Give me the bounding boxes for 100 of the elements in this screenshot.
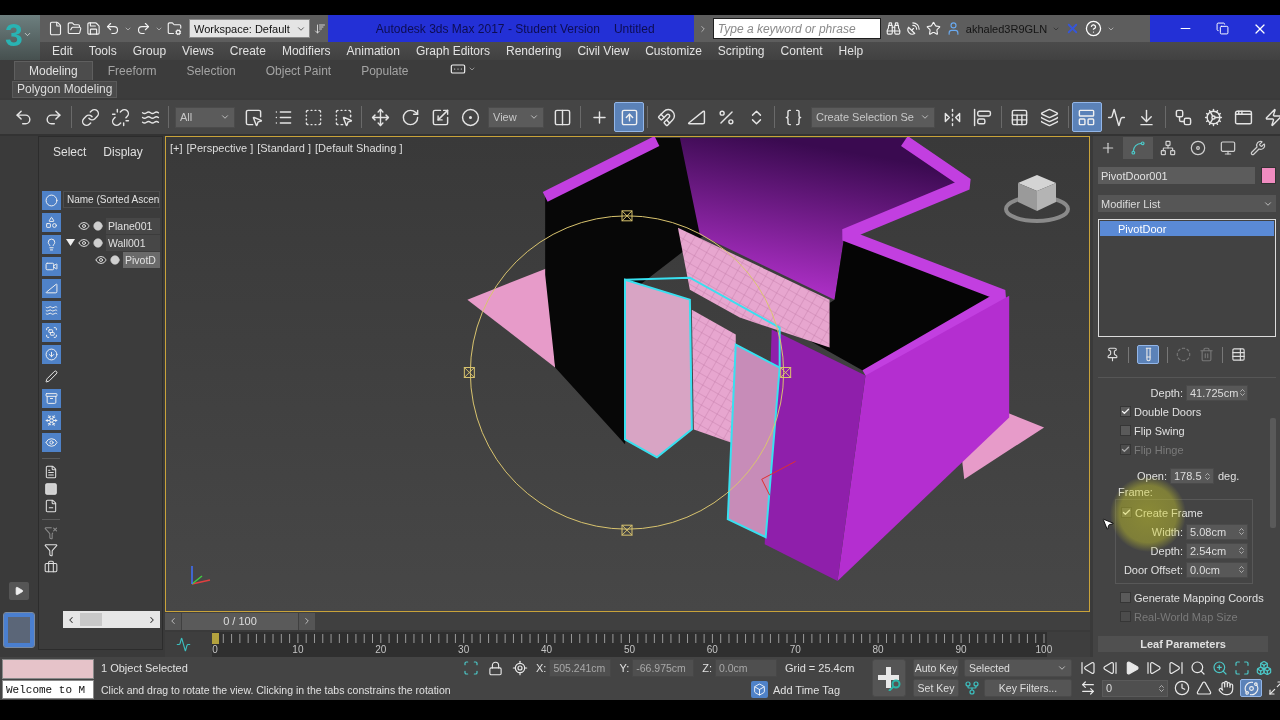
disc-icon[interactable]	[1190, 140, 1206, 156]
mirror-icon[interactable]	[943, 107, 963, 127]
zoom-in-icon[interactable]	[1212, 660, 1228, 676]
menu-item[interactable]: Civil View	[569, 44, 638, 58]
arrows-left-right-icon[interactable]	[1080, 680, 1096, 696]
lightning-icon[interactable]	[1264, 107, 1280, 127]
wave-line-icon[interactable]	[176, 637, 191, 652]
listener-output-field[interactable]: Welcome to M	[2, 680, 94, 699]
scale-icon[interactable]	[430, 107, 450, 127]
menu-item[interactable]: Help	[830, 44, 872, 58]
gear-icon[interactable]	[1204, 107, 1224, 127]
skip-back-icon[interactable]	[1080, 660, 1096, 676]
next-frame-button[interactable]	[299, 612, 315, 630]
table-icon[interactable]	[1010, 107, 1030, 127]
modifier-list-dropdown[interactable]: Modifier List	[1098, 195, 1276, 212]
square-icon[interactable]	[44, 482, 58, 496]
checkbox-label[interactable]: Generate Mapping Coords	[1134, 591, 1264, 604]
skip-forward-icon[interactable]	[1168, 660, 1184, 676]
new-file-icon[interactable]	[48, 21, 63, 36]
coordinate-field[interactable]: 0.0cm	[715, 659, 777, 677]
scrollbar-thumb[interactable]	[80, 613, 102, 626]
viewport-label[interactable]: [Perspective ]	[186, 142, 254, 154]
dot-icon[interactable]	[110, 254, 120, 265]
hierarchy-icon[interactable]	[1160, 140, 1176, 156]
toolbar-dropdown[interactable]: All	[175, 106, 235, 128]
columns-icon[interactable]	[552, 107, 572, 127]
document-minus-icon[interactable]	[44, 499, 58, 513]
layers-icon[interactable]	[1040, 107, 1060, 127]
menu-item[interactable]: Modifiers	[273, 44, 339, 58]
ribbon-tab[interactable]: Selection	[171, 61, 251, 80]
crosshair-icon[interactable]	[512, 660, 528, 676]
spinner-arrows-icon[interactable]	[1203, 471, 1212, 481]
menu-item[interactable]: Edit	[44, 44, 81, 58]
target-icon[interactable]	[460, 107, 480, 127]
step-back-icon[interactable]	[1102, 660, 1118, 676]
user-icon[interactable]	[945, 21, 961, 36]
ribbon-panel-tab[interactable]: Polygon Modeling	[12, 80, 118, 98]
eye-icon[interactable]	[95, 253, 107, 266]
pin-icon[interactable]	[1105, 347, 1120, 362]
move-icon[interactable]	[370, 107, 390, 127]
viewport-label[interactable]: [Standard ]	[257, 142, 311, 154]
menu-item[interactable]: Rendering	[498, 44, 570, 58]
eye-icon[interactable]	[78, 236, 90, 249]
align-icon[interactable]	[973, 107, 993, 127]
lock-icon[interactable]	[488, 660, 503, 676]
help-icon[interactable]	[1085, 20, 1103, 37]
coordinate-field[interactable]: 505.241cm	[549, 659, 612, 677]
folder-gear-icon[interactable]	[167, 21, 182, 36]
ribbon-tab[interactable]: Object Paint	[250, 61, 347, 80]
listener-input-field[interactable]	[2, 659, 94, 679]
rotate-icon[interactable]	[400, 107, 420, 127]
spinner-field[interactable]: 0.0cm	[1186, 561, 1248, 578]
scroll-right-icon[interactable]	[147, 614, 157, 625]
chevron-right-icon[interactable]	[302, 616, 312, 626]
menu-item[interactable]: Tools	[80, 44, 125, 58]
scroll-left-icon[interactable]	[66, 614, 76, 625]
toolbar-dropdown[interactable]: View	[488, 106, 544, 128]
menu-item[interactable]: Scripting	[709, 44, 773, 58]
undo-icon[interactable]	[105, 21, 120, 36]
time-slider-thumb[interactable]: 0 / 100	[182, 612, 298, 630]
checkbox[interactable]	[1120, 406, 1131, 417]
menu-item[interactable]: Graph Editors	[407, 44, 498, 58]
workspace-dropdown[interactable]: Workspace: Default	[189, 19, 310, 38]
current-frame-marker[interactable]	[212, 633, 219, 644]
add-time-tag-button[interactable]: Add Time Tag	[750, 681, 840, 698]
tree-item[interactable]: PivotD	[123, 251, 160, 268]
binoculars-icon[interactable]	[885, 21, 901, 36]
zoom-icon[interactable]	[1190, 660, 1206, 676]
caret-icon[interactable]	[529, 112, 539, 122]
satellite-dish-icon[interactable]	[905, 21, 921, 36]
caret-icon[interactable]	[220, 112, 230, 122]
command-panel-tab[interactable]	[1123, 137, 1153, 159]
caret-icon[interactable]	[1057, 663, 1067, 673]
document-icon[interactable]	[44, 465, 58, 479]
expand-icon[interactable]	[1268, 680, 1280, 696]
eye-icon[interactable]	[78, 219, 90, 232]
expand-panel-button[interactable]	[9, 582, 29, 600]
checkbox-label[interactable]: Flip Swing	[1134, 424, 1185, 437]
menu-item[interactable]: Group	[124, 44, 175, 58]
toolbar-dropdown[interactable]: Create Selection Se	[811, 106, 935, 128]
rollout-header[interactable]: Leaf Parameters	[1098, 636, 1268, 652]
braces-icon[interactable]	[783, 107, 803, 127]
fork-icon[interactable]	[964, 680, 980, 696]
rectangle-dots-icon[interactable]	[449, 61, 466, 77]
spinner-arrows-icon[interactable]	[1237, 546, 1246, 555]
tree-item[interactable]: Plane001	[106, 217, 160, 234]
object-name-field[interactable]: PivotDoor001	[1098, 167, 1255, 184]
window-icon[interactable]	[1234, 107, 1254, 127]
dashed-square-icon[interactable]	[303, 107, 323, 127]
spinner-arrows-icon[interactable]	[1238, 388, 1248, 397]
magnet-icon[interactable]	[656, 107, 676, 127]
set-keys-button[interactable]	[872, 659, 906, 697]
scan-icon[interactable]	[463, 660, 479, 676]
play-icon[interactable]	[1124, 660, 1140, 676]
dashed-square-pointer-icon[interactable]	[333, 107, 353, 127]
menu-item[interactable]: Content	[772, 44, 831, 58]
menu-item[interactable]: Animation	[338, 44, 408, 58]
spinner-field[interactable]: 178.5	[1170, 468, 1214, 484]
set-key-button[interactable]: Set Key	[913, 679, 959, 697]
boxes-icon[interactable]	[1256, 660, 1272, 676]
